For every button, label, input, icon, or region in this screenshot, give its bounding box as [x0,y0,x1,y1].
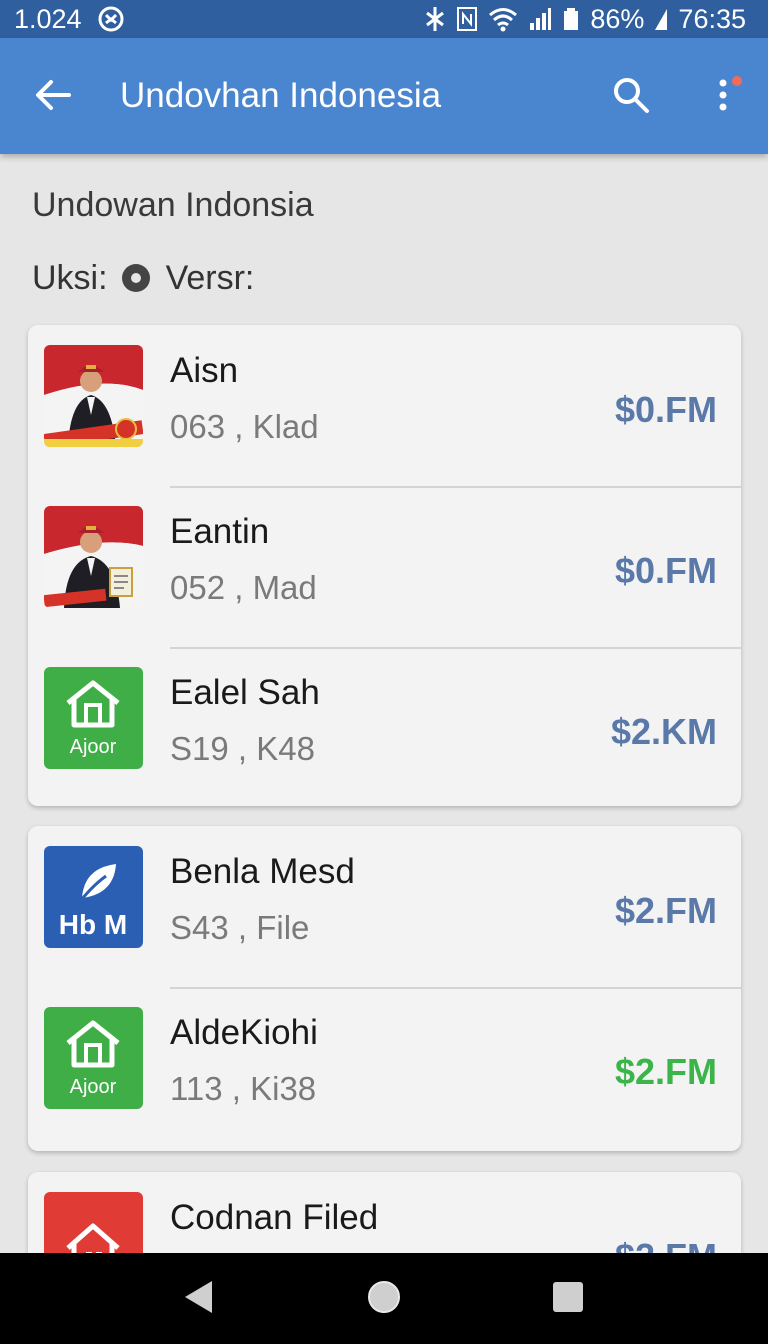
arrow-left-icon [33,75,73,120]
filter-radio[interactable] [121,264,150,292]
official-portrait-icon [44,506,143,608]
green-house-icon: Ajoor [44,1007,143,1109]
app-bar: Undovhan Indonesia [0,38,768,154]
list-item[interactable]: Ajoor AldeKiohi 113 , Ki38 $2.FM [28,987,741,1148]
app-price: $0.FM [614,389,717,430]
app-name: Ealel Sah [170,673,320,712]
nav-home-button[interactable] [366,1279,402,1320]
status-bar: 1.024 86% 76:35 [0,0,768,38]
list-item[interactable]: Ajoor Ealel Sah S19 , K48 $2.KM [28,647,741,806]
app-name: AldeKiohi [170,1013,318,1052]
app-price: $2.FM [614,1051,717,1092]
official-portrait-icon [44,345,143,447]
bluetooth-icon [424,6,446,32]
search-icon [611,75,651,120]
battery-percent: 86% [590,3,645,34]
system-nav-bar [0,1253,768,1344]
list-item[interactable]: Aisn 063 , Klad $0.FM [28,325,741,486]
back-button[interactable] [30,74,76,120]
app-meta: S43 , File [170,909,310,946]
app-meta: 113 , Ki38 [170,1070,317,1107]
nav-back-button[interactable] [180,1279,216,1320]
status-time: 76:35 [678,3,746,34]
filter-label: Uksi: [32,258,108,297]
app-meta: 063 , Klad [170,408,319,445]
battery-icon [562,7,580,31]
app-meta: 052 , Mad [170,569,317,606]
battery-level-icon [654,7,668,31]
app-meta: S19 , K48 [170,730,315,767]
app-price: $0.FM [614,550,717,591]
app-price: $2.KM [610,711,717,752]
nav-recents-button[interactable] [550,1281,586,1317]
nfc-icon [456,6,478,32]
status-left-text: 1.024 [14,3,82,34]
app-name: Codnan Filed [170,1198,379,1237]
list-item[interactable]: Eantin 052 , Mad $0.FM [28,486,741,647]
notification-dot [732,76,742,86]
app-list-card: Aisn 063 , Klad $0.FM Eantin 052 , Mad $… [28,325,741,806]
app-price: $2.FM [614,890,717,931]
app-icon-text: Ajoor [70,1076,117,1098]
blue-leaf-icon: Hb M [44,846,143,948]
page-title: Undovhan Indonesia [120,76,442,115]
square-recents-icon [551,1280,585,1319]
list-item[interactable]: Hb M Benla Mesd S43 , File $2.FM [28,826,741,987]
search-button[interactable] [608,74,654,120]
app-icon-text: Hb M [59,909,127,940]
green-house-icon: Ajoor [44,667,143,769]
more-vert-icon [717,75,729,120]
app-name: Aisn [170,351,239,390]
circle-home-icon [366,1279,402,1320]
triangle-back-icon [182,1279,214,1320]
filter-row: Uksi: Versr: [32,256,254,300]
app-list-card: Hb M Benla Mesd S43 , File $2.FM Ajoor A… [28,826,741,1151]
signal-icon [528,7,552,31]
filter-option-label: Versr: [165,258,255,297]
section-title: Undowan Indonsia [32,186,314,224]
notification-icon [98,6,124,32]
app-name: Benla Mesd [170,852,355,891]
app-icon-text: Ajoor [70,736,117,758]
app-name: Eantin [170,512,270,551]
wifi-icon [488,6,518,32]
